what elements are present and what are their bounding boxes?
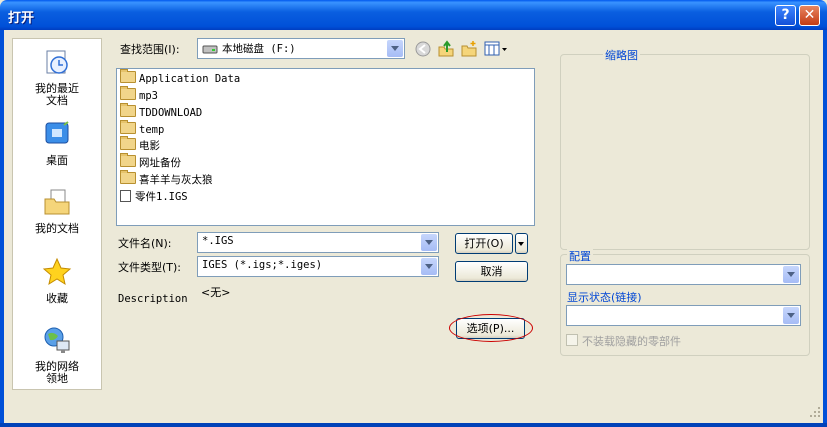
resize-grip-icon[interactable] <box>808 405 822 419</box>
description-label: Description <box>118 293 188 305</box>
help-button[interactable]: ? <box>775 5 796 26</box>
preview-group <box>560 54 810 250</box>
window-frame-bottom <box>0 423 827 427</box>
window-frame-right <box>823 30 827 427</box>
look-in-value: 本地磁盘 (F:) <box>222 43 296 55</box>
chevron-down-icon[interactable] <box>387 40 403 57</box>
place-label: 我的最近文档 <box>35 82 79 107</box>
list-item[interactable]: mp3 <box>120 86 158 104</box>
place-label: 我的网络领地 <box>35 360 79 385</box>
filetype-value: IGES (*.igs;*.iges) <box>202 259 323 271</box>
list-item[interactable]: Application Data <box>120 69 240 87</box>
open-dropdown-button[interactable] <box>515 233 528 254</box>
chevron-down-icon[interactable] <box>421 234 437 251</box>
folder-icon <box>120 103 136 117</box>
chevron-down-icon <box>518 242 524 246</box>
window-title: 打开 <box>8 11 35 26</box>
config-dropdown[interactable] <box>566 264 801 285</box>
config-label: 配置 <box>567 248 593 264</box>
recent-documents-icon <box>46 50 68 74</box>
favorites-star-icon <box>42 257 72 286</box>
highlight-oval <box>449 314 533 342</box>
folder-icon <box>120 153 136 167</box>
filetype-dropdown[interactable]: IGES (*.igs;*.iges) <box>197 256 439 277</box>
places-bar: 我的最近文档 桌面 我的文档 收藏 我的网络领地 <box>12 38 102 390</box>
open-button[interactable]: 打开(O) <box>455 233 513 254</box>
display-state-label: 显示状态(链接) <box>567 291 642 304</box>
folder-icon <box>120 69 136 83</box>
list-item[interactable]: 喜羊羊与灰太狼 <box>120 170 213 188</box>
place-network[interactable]: 我的网络领地 <box>13 325 101 385</box>
cancel-button[interactable]: 取消 <box>455 261 528 282</box>
folder-icon <box>120 170 136 184</box>
window-frame-left <box>0 30 4 427</box>
new-folder-icon[interactable] <box>460 40 478 58</box>
filename-label: 文件名(N): <box>118 237 172 250</box>
place-recent-documents[interactable]: 我的最近文档 <box>13 47 101 107</box>
place-my-documents[interactable]: 我的文档 <box>13 187 101 235</box>
filetype-label: 文件类型(T): <box>118 261 182 274</box>
folder-icon <box>120 86 136 100</box>
preview-label: 缩略图 <box>603 47 640 63</box>
display-state-dropdown[interactable] <box>566 305 801 326</box>
igs-file-icon <box>120 190 131 202</box>
view-menu-icon[interactable] <box>484 40 508 58</box>
back-icon[interactable] <box>414 40 432 58</box>
place-label: 收藏 <box>46 292 68 305</box>
file-list[interactable]: Application Data mp3 TDDOWNLOAD temp 电影 … <box>116 68 535 226</box>
list-item[interactable]: 网址备份 <box>120 153 181 171</box>
place-label: 桌面 <box>46 154 68 167</box>
title-bar: 打开 ? ✕ <box>0 0 827 30</box>
look-in-label: 查找范围(I): <box>120 43 180 56</box>
look-in-dropdown[interactable]: 本地磁盘 (F:) <box>197 38 405 59</box>
desktop-icon <box>45 121 69 144</box>
list-item[interactable]: 零件1.IGS <box>120 189 188 205</box>
network-places-icon <box>44 327 70 353</box>
list-item[interactable]: TDDOWNLOAD <box>120 103 202 121</box>
description-value: <无> <box>201 286 231 299</box>
chevron-down-icon[interactable] <box>783 307 799 324</box>
folder-icon <box>120 120 136 134</box>
hide-parts-label: 不装载隐藏的零部件 <box>582 335 681 348</box>
close-button[interactable]: ✕ <box>799 5 820 26</box>
place-label: 我的文档 <box>35 222 79 235</box>
my-documents-icon <box>44 189 70 215</box>
up-folder-icon[interactable] <box>437 40 455 58</box>
chevron-down-icon[interactable] <box>421 258 437 275</box>
chevron-down-icon[interactable] <box>783 266 799 283</box>
folder-icon <box>120 136 136 150</box>
filename-input[interactable]: *.IGS <box>197 232 439 253</box>
hide-parts-checkbox[interactable] <box>566 334 578 346</box>
place-desktop[interactable]: 桌面 <box>13 119 101 167</box>
drive-icon <box>202 45 218 54</box>
list-item[interactable]: 电影 <box>120 136 160 154</box>
place-favorites[interactable]: 收藏 <box>13 257 101 305</box>
filename-value: *.IGS <box>202 235 234 247</box>
